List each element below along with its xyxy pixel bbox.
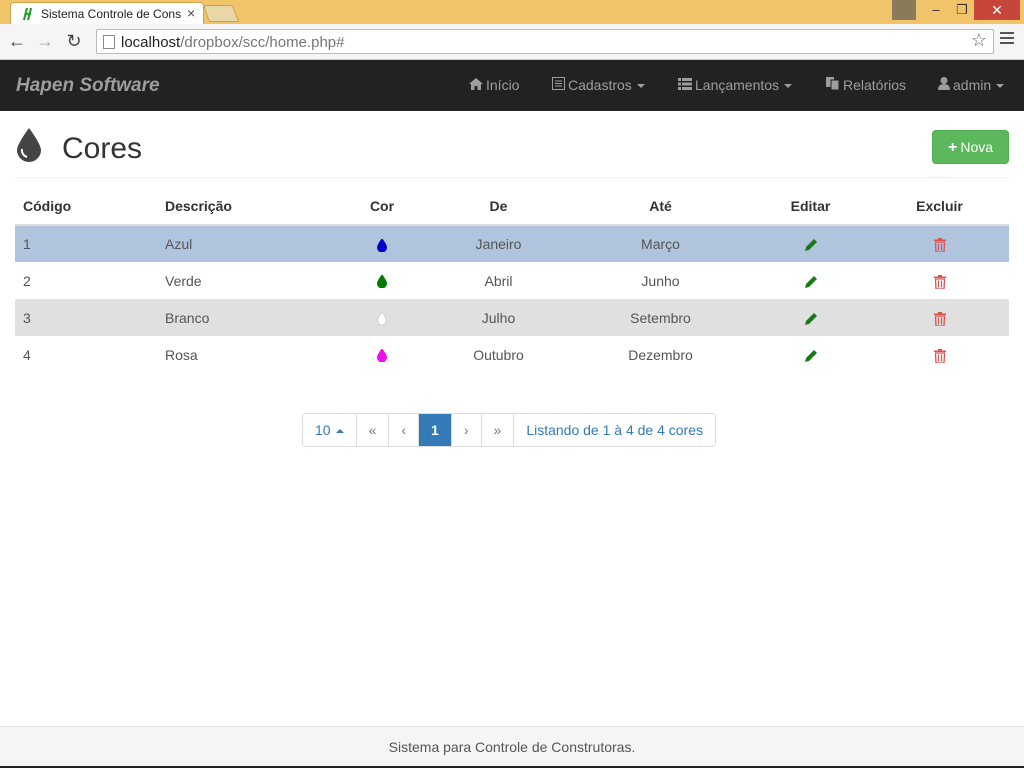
tab-title: Sistema Controle de Cons xyxy=(41,7,182,21)
brand-logo[interactable]: Hapen Software xyxy=(16,75,160,97)
cell-de: Abril xyxy=(484,272,513,289)
page-header: Cores + Nova xyxy=(15,118,1009,178)
table-row[interactable]: 3 Branco Julho Setembro xyxy=(15,299,1009,336)
pencil-icon[interactable] xyxy=(804,275,818,289)
cell-ate: Setembro xyxy=(570,299,751,336)
page-size-select[interactable]: 10 xyxy=(303,414,356,446)
table-row[interactable]: 4 Rosa Outubro Dezembro xyxy=(15,336,1009,373)
reload-icon[interactable]: ↻ xyxy=(63,30,85,52)
new-color-button[interactable]: + Nova xyxy=(932,130,1009,164)
chevron-down-icon xyxy=(996,84,1005,89)
browser-toolbar: ← → ↻ localhost/dropbox/scc/home.php# ☆ xyxy=(0,24,1024,60)
page-title: Cores xyxy=(62,132,143,165)
pencil-icon[interactable] xyxy=(804,349,818,363)
plus-icon: + xyxy=(947,139,958,156)
list-alt-icon xyxy=(552,77,565,90)
cell-codigo: 2 xyxy=(23,272,31,289)
column-header-excluir: Excluir xyxy=(870,188,1009,226)
page-icon xyxy=(103,35,115,49)
column-header-editar: Editar xyxy=(751,188,870,226)
forward-arrow-icon[interactable]: → xyxy=(34,30,56,52)
cell-codigo: 1 xyxy=(15,225,157,262)
cell-de: Outubro xyxy=(473,346,524,363)
cell-de: Janeiro xyxy=(427,225,570,262)
tab-close-icon[interactable]: × xyxy=(187,5,195,21)
last-page-button[interactable]: » xyxy=(480,414,514,446)
user-icon xyxy=(938,77,950,90)
window-restore-button[interactable]: ❐ xyxy=(950,0,974,20)
pagination-summary: Listando de 1 à 4 de 4 cores xyxy=(513,414,715,446)
window-minimize-button[interactable]: – xyxy=(924,0,948,20)
pencil-icon[interactable] xyxy=(804,238,818,252)
tint-icon xyxy=(17,128,41,162)
nav-item-cadastros[interactable]: Cadastros xyxy=(552,77,645,93)
page-button-current[interactable]: 1 xyxy=(418,414,451,446)
app-navbar: Hapen Software Início Cadastros Lançamen… xyxy=(0,60,1024,111)
cell-codigo: 3 xyxy=(15,299,157,336)
home-icon xyxy=(469,78,483,90)
cell-de: Julho xyxy=(427,299,570,336)
browser-menu-icon[interactable] xyxy=(1000,32,1014,46)
back-arrow-icon[interactable]: ← xyxy=(6,30,28,52)
column-header-descricao[interactable]: Descrição xyxy=(157,188,337,226)
window-close-button[interactable]: ✕ xyxy=(974,0,1020,20)
cell-ate: Dezembro xyxy=(628,346,693,363)
cell-descricao: Verde xyxy=(165,272,202,289)
color-drop-icon xyxy=(377,275,387,289)
chevron-down-icon xyxy=(636,84,645,89)
nav-item-lancamentos[interactable]: Lançamentos xyxy=(678,77,793,93)
address-bar[interactable]: localhost/dropbox/scc/home.php# ☆ xyxy=(96,29,994,54)
colors-table: Código Descrição Cor De Até Editar Exclu… xyxy=(15,188,1009,373)
trash-icon[interactable] xyxy=(933,238,946,253)
trash-icon[interactable] xyxy=(933,311,946,326)
cell-ate: Junho xyxy=(641,272,680,289)
table-header-row: Código Descrição Cor De Até Editar Exclu… xyxy=(15,188,1009,226)
color-drop-icon xyxy=(377,312,387,326)
trash-icon[interactable] xyxy=(933,274,946,289)
list-icon xyxy=(678,78,692,90)
chevron-down-icon xyxy=(784,84,793,89)
page-footer: Sistema para Controle de Construtoras. xyxy=(0,726,1024,766)
column-header-de[interactable]: De xyxy=(427,188,570,226)
bookmark-star-icon[interactable]: ☆ xyxy=(971,30,987,51)
browser-tabstrip: Sistema Controle de Cons × – ❐ ✕ xyxy=(0,0,1024,24)
table-row[interactable]: 1 Azul Janeiro Março xyxy=(15,225,1009,262)
chevron-up-icon xyxy=(335,429,344,434)
cell-descricao: Rosa xyxy=(165,346,198,363)
nav-item-admin[interactable]: admin xyxy=(938,77,1005,93)
color-drop-icon xyxy=(377,349,387,363)
cell-descricao: Branco xyxy=(157,299,337,336)
next-page-button[interactable]: › xyxy=(450,414,481,446)
cell-ate: Março xyxy=(570,225,751,262)
column-header-ate[interactable]: Até xyxy=(570,188,751,226)
cell-codigo: 4 xyxy=(23,346,31,363)
copy-icon xyxy=(826,77,840,90)
first-page-button[interactable]: « xyxy=(355,414,389,446)
trash-icon[interactable] xyxy=(933,348,946,363)
user-profile-icon[interactable] xyxy=(892,0,916,20)
new-tab-button[interactable] xyxy=(202,5,240,22)
url-text[interactable]: localhost/dropbox/scc/home.php# xyxy=(121,34,344,51)
hapen-logo-icon xyxy=(22,7,33,21)
pagination: 10 « ‹ 1 › » Listando de 1 à 4 de 4 core… xyxy=(302,413,716,447)
nav-item-relatorios[interactable]: Relatórios xyxy=(826,77,906,93)
prev-page-button[interactable]: ‹ xyxy=(388,414,419,446)
cell-descricao: Azul xyxy=(157,225,337,262)
pencil-icon[interactable] xyxy=(804,312,818,326)
browser-tab[interactable]: Sistema Controle de Cons × xyxy=(10,2,204,24)
column-header-cor[interactable]: Cor xyxy=(337,188,427,226)
color-drop-icon xyxy=(377,238,387,252)
table-row[interactable]: 2 Verde Abril Junho xyxy=(15,262,1009,299)
nav-item-inicio[interactable]: Início xyxy=(469,77,519,93)
column-header-codigo[interactable]: Código xyxy=(15,188,157,226)
